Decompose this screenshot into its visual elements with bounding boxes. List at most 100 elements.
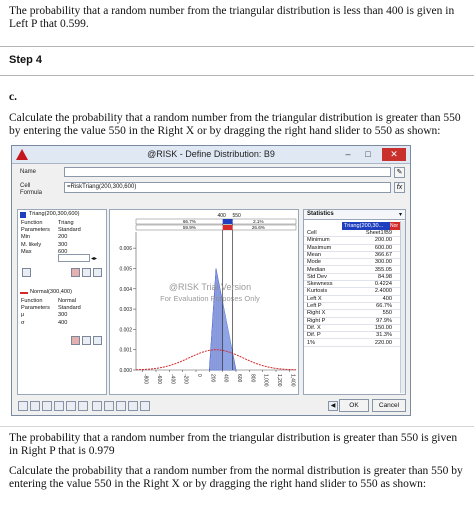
cell-formula-label-1: Cell (20, 183, 31, 189)
triang-delete-icon[interactable] (71, 268, 80, 277)
stats-value: 0.4224 (374, 281, 392, 288)
formula-fx-button[interactable]: fx (394, 182, 405, 193)
maximize-button[interactable]: □ (359, 148, 377, 161)
stats-key: Mean (307, 251, 321, 258)
triang-left-p-label: 66.7% (183, 219, 196, 224)
normal-shape-icon[interactable] (82, 336, 91, 345)
settings-icon[interactable] (140, 401, 150, 411)
stats-value: 300.00 (374, 259, 392, 266)
question-text-1: Calculate the probability that a random … (9, 112, 461, 137)
normal-param-row: Function Normal (18, 298, 106, 305)
name-label: Name (20, 169, 37, 175)
normal-param-row: μ 300 (18, 312, 106, 319)
x-tick-label: -800 (143, 374, 149, 384)
distribution-chart[interactable]: 0.006 0.005 0.004 0.003 0.002 0.001 0.000 -800 -… (109, 209, 299, 395)
y-tick-label: 0.003 (119, 307, 132, 313)
triang-param-value[interactable]: 200 (58, 234, 67, 241)
triang-swap-icon[interactable] (93, 268, 102, 277)
stats-key: Mode (307, 259, 321, 266)
stats-row[interactable]: Right X 550 (304, 310, 404, 318)
stats-row: 1% 220.00 (304, 340, 404, 347)
triang-param-row: Min 200 (18, 234, 106, 241)
normal-param-key: σ (21, 319, 25, 326)
triang-param-row: Function Triang (18, 220, 106, 227)
stats-row: Median 355.05 (304, 267, 404, 274)
chart-icon[interactable] (30, 401, 40, 411)
intro-text: The probability that a random number fro… (9, 5, 455, 30)
y-tick-label: 0.004 (119, 287, 132, 293)
stats-row[interactable]: Left P 66.7% (304, 303, 404, 311)
zoom-reset-icon[interactable] (116, 401, 126, 411)
normal-param-value[interactable]: Normal (58, 298, 76, 305)
stats-row: Cell Sheet1!B9 (304, 230, 404, 238)
minimize-button[interactable]: – (339, 148, 357, 161)
stats-value: 66.7% (376, 303, 392, 309)
normal-param-value[interactable]: 300 (58, 312, 67, 319)
statistics-scrollbar[interactable] (400, 221, 405, 393)
stats-row[interactable]: Right P 97.9% (304, 318, 404, 325)
name-field[interactable] (64, 167, 391, 177)
stats-row[interactable]: Dif. P 31.3% (304, 332, 404, 340)
y-tick-label: 0.000 (119, 368, 132, 374)
triang-param-value[interactable]: Triang (58, 220, 74, 227)
divider (0, 426, 474, 427)
stats-key: 1% (307, 339, 316, 346)
triang-prob-band-mid (222, 219, 233, 224)
triang-right-p-label: 2.1% (253, 219, 263, 224)
normal-delete-icon[interactable] (71, 336, 80, 345)
stats-value: 400 (382, 295, 392, 302)
normal-param-value[interactable]: 400 (58, 320, 67, 327)
name-fx-button[interactable]: ✎ (394, 167, 405, 178)
triangle-red-icon[interactable] (54, 401, 64, 411)
stats-value: 97.9% (376, 317, 392, 324)
help-icon[interactable] (18, 401, 28, 411)
triangle-mixed-icon[interactable] (78, 401, 88, 411)
ok-button[interactable]: OK (339, 399, 369, 412)
stats-row: Std Dev 84.98 (304, 274, 404, 282)
max-value-input[interactable] (58, 254, 90, 262)
window-title-bar[interactable]: @RISK - Define Distribution: B9 – □ ✕ (12, 146, 410, 164)
zoom-in-icon[interactable] (92, 401, 102, 411)
normal-prob-band (135, 224, 297, 231)
stats-key: Kurtosis (307, 288, 328, 295)
triang-param-value[interactable]: 300 (58, 242, 67, 249)
stats-key: Maximum (307, 244, 332, 251)
define-distribution-window: @RISK - Define Distribution: B9 – □ ✕ Na… (11, 145, 411, 416)
triang-shape-icon[interactable] (82, 268, 91, 277)
histogram-icon[interactable] (42, 401, 52, 411)
triangle-blue-icon[interactable] (66, 401, 76, 411)
normal-param-value[interactable]: Standard (58, 305, 81, 312)
statistics-dropdown-icon[interactable]: ▾ (399, 211, 402, 218)
triang-fit-icon[interactable] (22, 268, 31, 277)
x-tick-label: -200 (183, 374, 189, 384)
stats-row: Mean 366.67 (304, 251, 404, 260)
prev-arrow-icon[interactable]: ◀ (328, 401, 338, 411)
statistics-table: Cell Sheet1!B9 Minimum 200.00 Maximum 600.00 M… (304, 230, 404, 390)
normal-right-p-label: 26.6% (252, 225, 265, 230)
triang-param-value[interactable]: Standard (58, 227, 81, 234)
stats-key: Median (307, 266, 326, 273)
stats-row[interactable]: Left X 400 (304, 296, 404, 303)
x-tick-label: 1,400 (289, 374, 295, 387)
stats-value: 2.4000 (374, 288, 392, 295)
statistics-header[interactable]: Statistics ▾ (304, 210, 405, 220)
stats-value: Sheet1!B9 (365, 230, 392, 236)
close-button[interactable]: ✕ (382, 148, 406, 161)
normal-swap-icon[interactable] (93, 336, 102, 345)
copy-icon[interactable] (128, 401, 138, 411)
x-tick-label: 800 (249, 374, 255, 383)
triang-param-key: Function (21, 220, 43, 226)
stats-key: Cell (307, 230, 317, 236)
stats-value: 31.3% (376, 332, 392, 339)
cancel-button[interactable]: Cancel (372, 399, 406, 412)
cell-formula-field[interactable]: =RiskTriang(200,300,600) (64, 182, 391, 193)
max-spin-icon[interactable]: ◂▸ (91, 255, 97, 262)
right-x-label: 550 (232, 213, 241, 219)
stats-key: Left P (307, 303, 322, 309)
stats-key: Right P (307, 317, 326, 324)
normal-param-row: Parameters Standard (18, 305, 106, 312)
stats-row[interactable]: Dif. X 150.00 (304, 325, 404, 333)
stats-row: Maximum 600.00 (304, 245, 404, 252)
watermark-line-2: For Evaluation Purposes Only (160, 294, 260, 303)
zoom-out-icon[interactable] (104, 401, 114, 411)
